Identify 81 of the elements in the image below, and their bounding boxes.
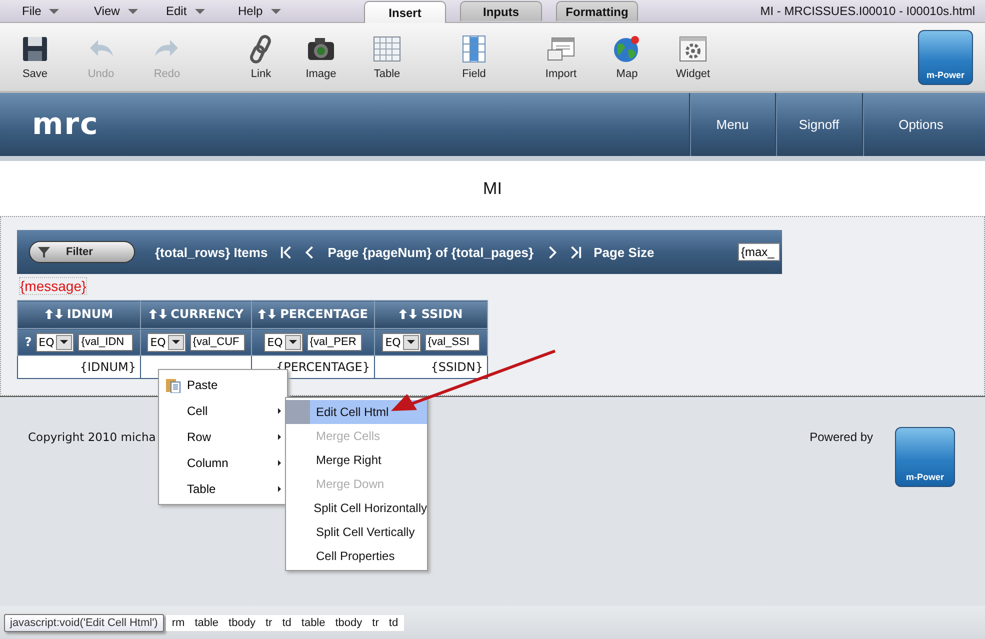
table-cell: {IDNUM} bbox=[80, 360, 136, 374]
nav-link[interactable]: Options bbox=[862, 93, 979, 156]
sort-arrows-icon[interactable] bbox=[148, 308, 167, 320]
filter-button[interactable]: Filter bbox=[29, 241, 135, 263]
item-count: {total_rows} Items bbox=[155, 244, 268, 260]
menu-item[interactable]: Cell Properties bbox=[286, 544, 427, 568]
breadcrumb-item[interactable]: td bbox=[388, 616, 398, 628]
filter-field[interactable]: {val_IDN bbox=[78, 334, 134, 350]
column-header[interactable]: IDNUM bbox=[18, 300, 140, 328]
toolbar-button[interactable]: Field bbox=[441, 27, 507, 87]
tab[interactable]: Formatting bbox=[556, 1, 638, 21]
menu-item[interactable]: Table bbox=[159, 476, 287, 502]
m-power-logo: m-Power bbox=[918, 30, 973, 84]
help-mark[interactable]: ? bbox=[24, 335, 32, 349]
previous-page-icon[interactable] bbox=[302, 244, 316, 260]
menu-item[interactable]: Edit bbox=[166, 4, 238, 18]
menu-item[interactable]: File bbox=[22, 4, 94, 18]
menu-item[interactable]: Edit Cell Html bbox=[286, 400, 427, 424]
menu-item[interactable]: Split Cell Vertically bbox=[286, 520, 427, 544]
filter-field[interactable]: {val_PER bbox=[306, 334, 362, 350]
toolbar-button[interactable]: Table bbox=[354, 27, 420, 87]
submenu-arrow-icon bbox=[278, 486, 281, 492]
submenu-arrow-icon bbox=[278, 460, 281, 466]
gear-window-icon bbox=[678, 34, 708, 64]
menu-item[interactable]: Merge Right bbox=[286, 448, 427, 472]
powered-by-text: Powered by bbox=[810, 430, 873, 444]
menu-item[interactable]: View bbox=[94, 4, 166, 18]
breadcrumb-item[interactable]: rm bbox=[172, 616, 185, 628]
m-power-logo: m-Power bbox=[895, 427, 955, 487]
nav-link[interactable]: Signoff bbox=[775, 93, 862, 156]
sort-arrows-icon[interactable] bbox=[44, 308, 63, 320]
page-indicator: Page {pageNum} of {total_pages} bbox=[328, 244, 534, 260]
copyright-text: Copyright 2010 micha bbox=[28, 430, 156, 444]
submenu-arrow-icon bbox=[278, 434, 281, 440]
operator-dropdown[interactable]: EQ bbox=[264, 332, 303, 352]
message-text: {message} bbox=[19, 277, 88, 295]
operator-dropdown[interactable]: EQ bbox=[147, 332, 186, 352]
first-page-icon[interactable] bbox=[280, 244, 293, 260]
column-header[interactable]: CURRENCY bbox=[140, 300, 252, 328]
menu-item[interactable]: Column bbox=[159, 450, 287, 476]
menu-item[interactable]: Row bbox=[159, 424, 287, 450]
menu-item[interactable]: Split Cell Horizontally bbox=[286, 496, 427, 520]
submenu-arrow-icon bbox=[278, 408, 281, 414]
operator-dropdown[interactable]: EQ bbox=[36, 332, 74, 352]
breadcrumb-item[interactable]: tbody bbox=[228, 616, 256, 628]
page-size-label: Page Size bbox=[594, 244, 654, 260]
globe-pin-icon bbox=[612, 34, 642, 64]
clipboard-icon bbox=[165, 377, 181, 393]
table-cell: {PERCENTAGE} bbox=[276, 360, 370, 374]
operator-dropdown[interactable]: EQ bbox=[382, 332, 421, 352]
toolbar-button[interactable]: Widget bbox=[660, 27, 726, 87]
breadcrumb-item[interactable]: tbody bbox=[335, 616, 362, 628]
breadcrumb-item[interactable]: td bbox=[282, 616, 292, 628]
breadcrumb-item[interactable]: table bbox=[194, 616, 219, 628]
window-title: MI - MRCISSUES.I00010 - I00010s.html bbox=[760, 4, 976, 18]
filter-field[interactable]: {val_SSI bbox=[424, 334, 480, 350]
table-cell: {SSIDN} bbox=[430, 360, 483, 374]
table-grid-icon bbox=[372, 34, 402, 64]
menu-item[interactable]: Paste bbox=[159, 372, 287, 398]
page-size-field[interactable]: {max_ bbox=[738, 243, 780, 261]
page-title: MI bbox=[483, 178, 502, 198]
nav-link[interactable]: Menu bbox=[689, 93, 775, 156]
link-tooltip: javascript:void('Edit Cell Html') bbox=[4, 614, 164, 632]
toolbar-button[interactable]: Save bbox=[2, 27, 68, 87]
menu-item[interactable]: Cell bbox=[159, 398, 287, 424]
last-page-icon[interactable] bbox=[568, 244, 582, 260]
sort-arrows-icon[interactable] bbox=[399, 308, 418, 320]
column-header[interactable]: SSIDN bbox=[374, 300, 488, 328]
brand-logo: mrc bbox=[31, 107, 99, 142]
sort-arrows-icon[interactable] bbox=[258, 308, 276, 320]
funnel-icon bbox=[36, 244, 52, 260]
toolbar-button[interactable]: Map bbox=[594, 27, 660, 87]
filter-field[interactable]: {val_CUF bbox=[190, 334, 245, 350]
toolbar-button[interactable]: Import bbox=[528, 27, 594, 87]
menu-item[interactable]: Help bbox=[238, 4, 310, 18]
tab[interactable]: Inputs bbox=[460, 1, 542, 21]
breadcrumb-item[interactable]: tr bbox=[372, 616, 379, 628]
breadcrumb-item[interactable]: tr bbox=[265, 616, 272, 628]
column-header[interactable]: PERCENTAGE bbox=[252, 300, 374, 328]
tab[interactable]: Insert bbox=[364, 1, 446, 23]
breadcrumb-item[interactable]: table bbox=[301, 616, 326, 628]
